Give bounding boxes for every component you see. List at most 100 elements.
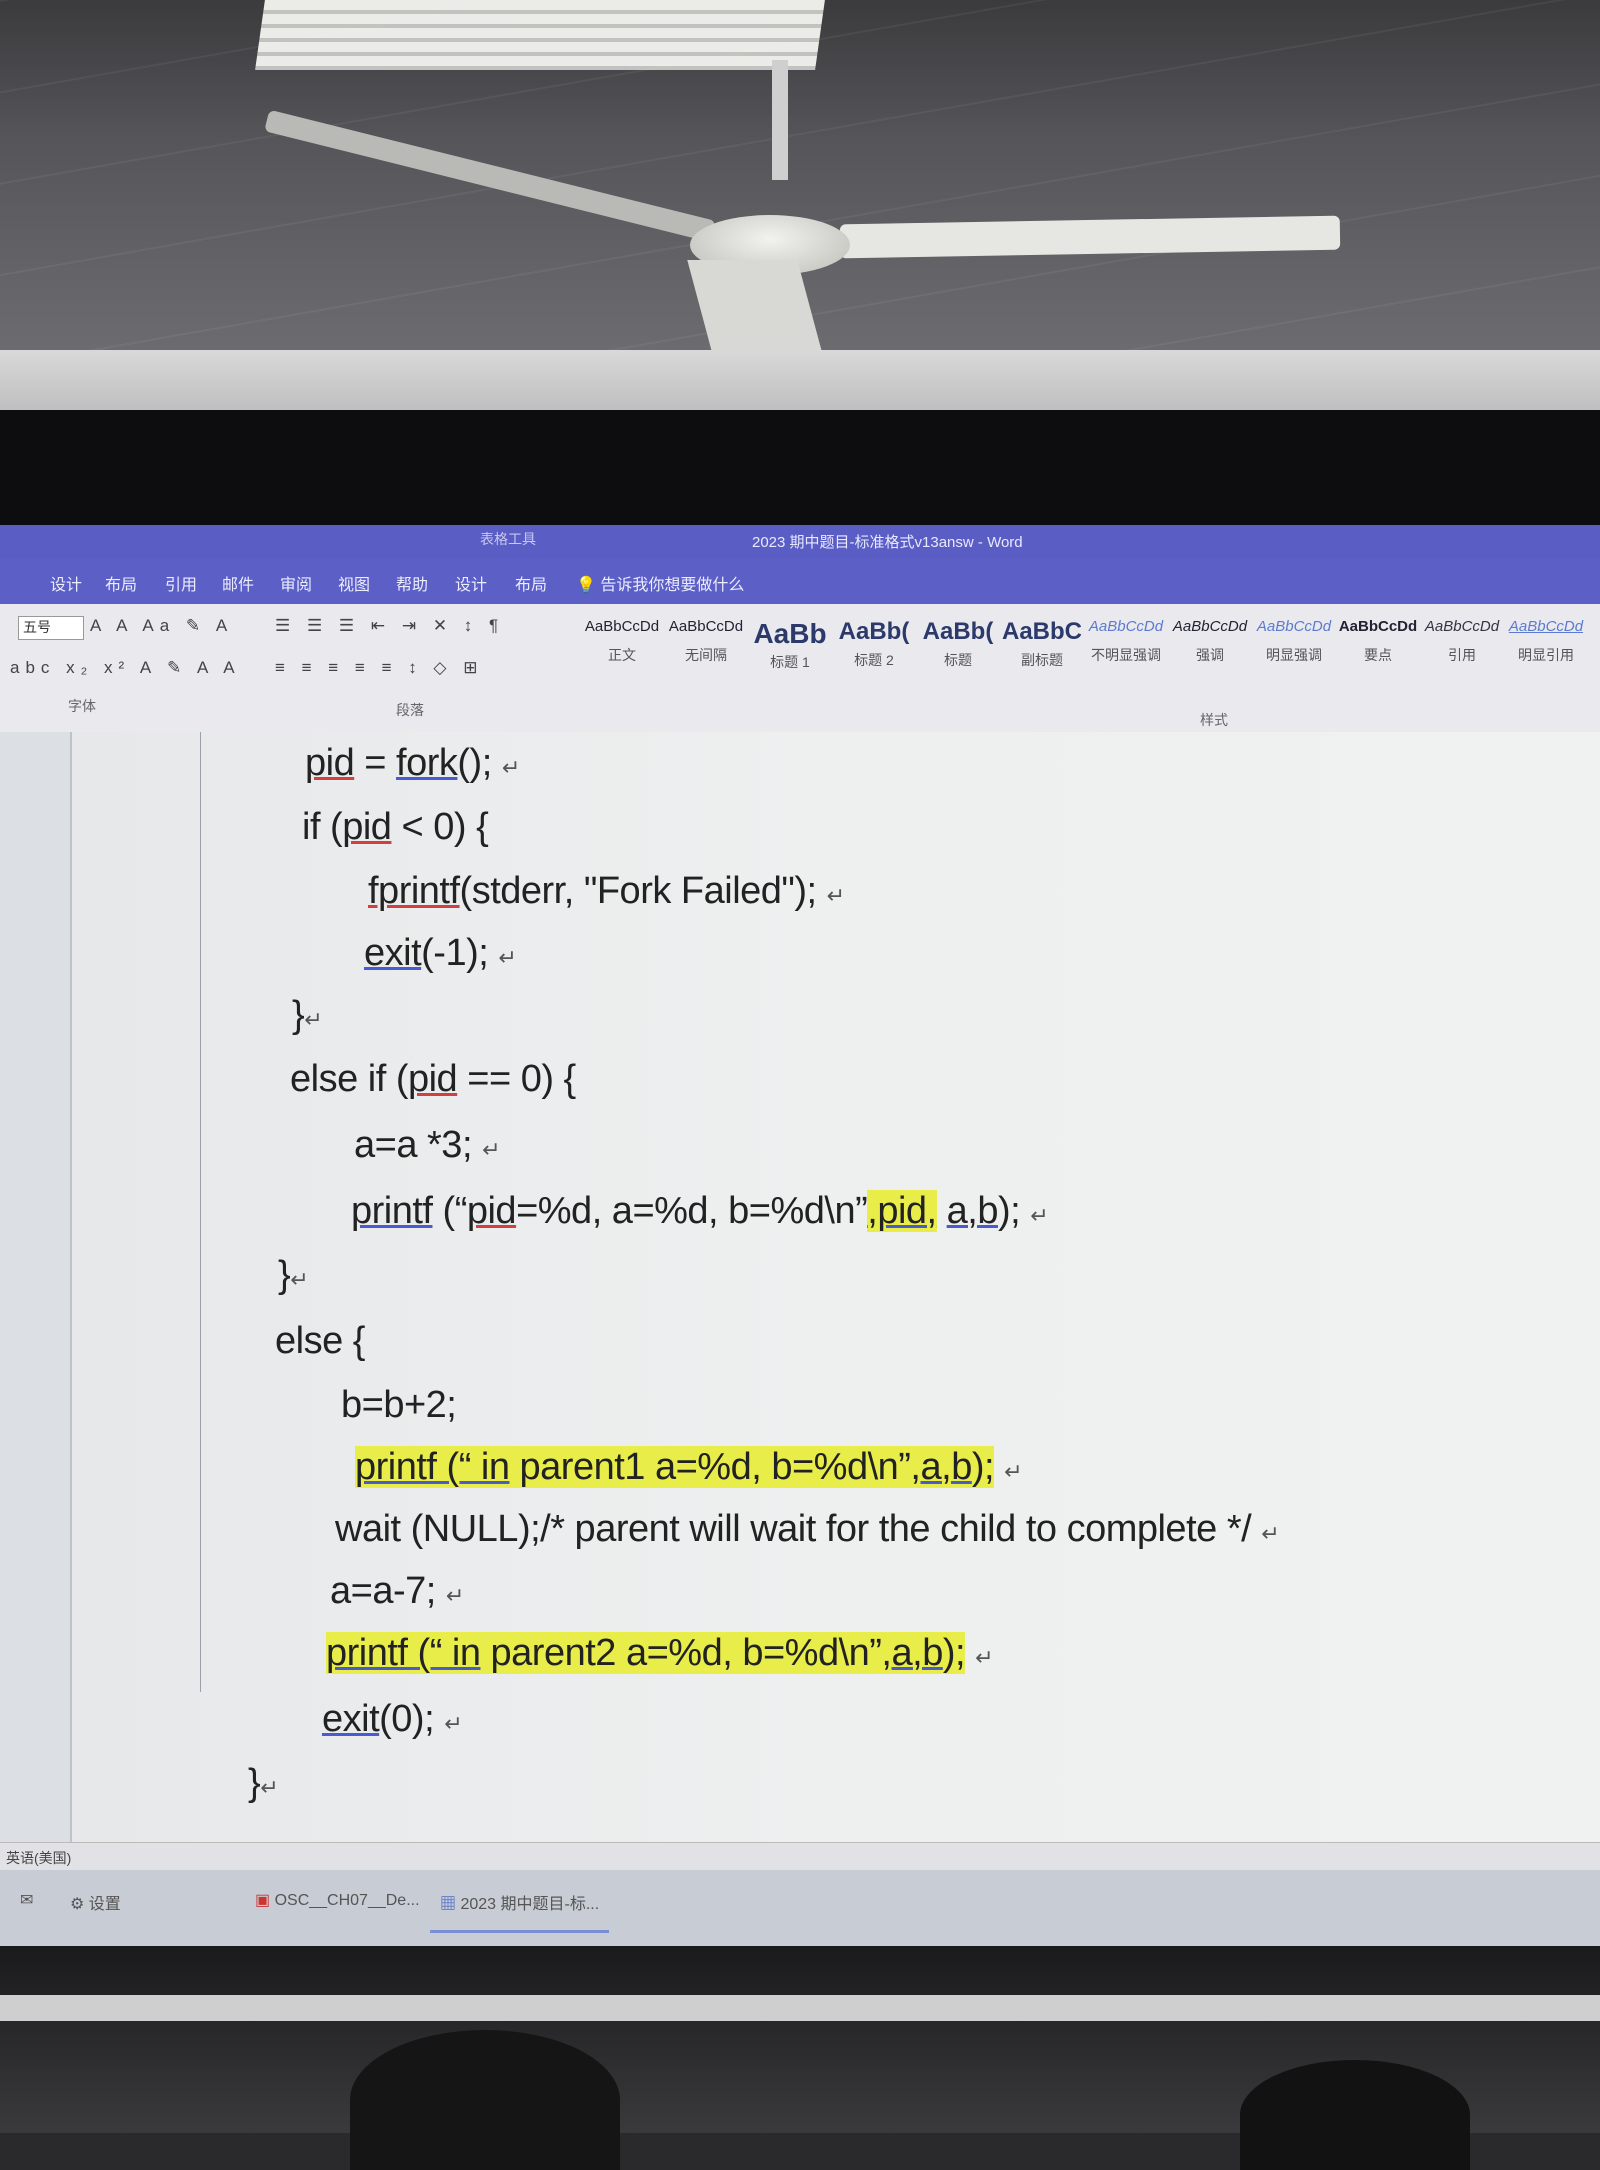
tab-review[interactable]: 审阅 [280,571,312,595]
code-token: } [248,1762,261,1804]
code-token: < 0) { [391,806,489,848]
ribbon: 五号 A A Aa ✎ A ☰ ☰ ☰ ⇤ ⇥ ✕ ↕ ¶ abc x₂ x² … [0,604,1600,733]
paragraph-mark: ↵ [826,883,845,908]
style-preview: AaBbCcDd [1088,618,1164,635]
paragraph-mark: ↵ [498,945,517,970]
style-emphasis[interactable]: AaBbCcDd 强调 [1168,618,1252,665]
taskbar-item-settings[interactable]: ⚙ 设置 [60,1886,131,1930]
style-intense-emphasis[interactable]: AaBbCcDd 明显强调 [1252,618,1336,665]
style-name: 副标题 [1021,652,1063,668]
tab-view[interactable]: 视图 [338,571,370,595]
code-line: }↵ [292,994,323,1037]
taskbar-item-label: 2023 期中题目-标... [460,1896,600,1913]
style-preview: AaBb [753,618,827,649]
style-no-spacing[interactable]: AaBbCcDd 无间隔 [664,618,748,665]
code-token: a,b [946,1190,999,1232]
gear-icon: ⚙ [70,1896,85,1913]
style-name: 标题 [944,652,972,668]
tab-mailings[interactable]: 邮件 [222,571,254,595]
tab-layout[interactable]: 布局 [105,571,137,595]
style-name: 要点 [1364,647,1392,663]
taskbar-item-word[interactable]: ▦ 2023 期中题目-标... [430,1886,610,1933]
taskbar-item-label: OSC__CH07__De... [274,1892,420,1909]
style-title[interactable]: AaBb( 标题 [916,618,1000,670]
code-line: a=a-7; ↵ [330,1570,464,1613]
style-name: 标题 2 [854,652,894,668]
style-preview: AaBbCcDd [1508,618,1584,635]
lightbulb-icon: 💡 [576,577,596,594]
tab-references[interactable]: 引用 [165,571,197,595]
style-name: 引用 [1448,647,1476,663]
code-token: a=a-7; [330,1570,436,1612]
code-line: b=b+2; [341,1384,457,1427]
screen-bottom-edge [0,1995,1600,2021]
style-quote[interactable]: AaBbCcDd 引用 [1420,618,1504,665]
paragraph-mark: ↵ [445,1583,464,1608]
ribbon-tabs: 设计 布局 引用 邮件 审阅 视图 帮助 设计 布局 💡 告诉我你想要做什么 [0,559,1600,604]
style-heading-2[interactable]: AaBb( 标题 2 [832,618,916,670]
tab-table-design[interactable]: 设计 [455,571,487,595]
style-name: 标题 1 [770,654,810,670]
paragraph-mark: ↵ [1030,1203,1049,1228]
code-token: (“ in [436,1446,510,1488]
code-token: b=b+2; [341,1384,457,1426]
code-token: printf [355,1446,437,1488]
tab-table-layout[interactable]: 布局 [515,571,547,595]
mail-icon[interactable]: ✉ [10,1886,43,1930]
style-preview: AaBbC [1001,618,1082,645]
style-preview: AaBb( [922,618,994,645]
alignment-icons[interactable]: ≡ ≡ ≡ ≡ ≡ ↕ ◇ ⊞ [275,658,483,678]
code-token: } [278,1254,291,1296]
code-line: pid = fork(); ↵ [305,742,520,785]
tab-help[interactable]: 帮助 [396,571,428,595]
tell-me-search[interactable]: 💡 告诉我你想要做什么 [576,571,744,595]
title-bar: 表格工具 2023 期中题目-标准格式v13answ - Word [0,525,1600,559]
code-token: printf [351,1190,433,1232]
document-area[interactable]: pid = fork(); ↵ if (pid < 0) { fprintf(s… [0,732,1600,1842]
code-line-highlighted: printf (“ in parent2 a=%d, b=%d\n”,a,b);… [326,1632,994,1675]
styles-group-label: 样式 [1200,712,1228,728]
font-format-icons[interactable]: A A Aa ✎ A [90,616,233,636]
taskbar: ✉ ⚙ 设置 ▣ OSC__CH07__De... ▦ 2023 期中题目-标.… [0,1870,1600,1946]
code-line: exit(-1); ↵ [364,932,517,975]
list-icons[interactable]: ☰ ☰ ☰ ⇤ ⇥ ✕ ↕ ¶ [275,616,504,636]
code-token: exit [322,1698,380,1740]
style-subtitle[interactable]: AaBbC 副标题 [1000,618,1084,670]
style-normal[interactable]: AaBbCcDd 正文 [580,618,664,665]
code-token: =%d, a=%d, b=%d\n” [516,1190,868,1232]
status-bar: 英语(美国) [0,1842,1600,1871]
font-size-select[interactable]: 五号 [18,616,84,640]
code-token: (-1); [421,932,489,974]
tell-me-text: 告诉我你想要做什么 [600,577,745,594]
text-effects-icons[interactable]: abc x₂ x² A ✎ A A [10,658,241,678]
styles-gallery: AaBbCcDd 正文 AaBbCcDd 无间隔 AaBb 标题 1 AaBb(… [580,618,1600,694]
code-token: pid [305,742,355,784]
code-token: = [354,742,397,784]
paragraph-mark: ↵ [1004,1459,1023,1484]
style-preview: AaBbCcDd [1338,618,1418,635]
code-line: printf (“pid=%d, a=%d, b=%d\n”,pid, a,b)… [351,1190,1049,1233]
language-indicator[interactable]: 英语(美国) [6,1848,71,1868]
style-name: 强调 [1196,647,1224,663]
paragraph-group-label: 段落 [396,702,424,718]
tab-design[interactable]: 设计 [50,571,82,595]
code-token: printf [326,1632,408,1674]
code-token: fprintf [368,870,460,912]
code-token: pid [466,1190,517,1232]
taskbar-item-pdf[interactable]: ▣ OSC__CH07__De... [245,1886,430,1930]
code-token: ); [942,1632,966,1674]
style-heading-1[interactable]: AaBb 标题 1 [748,618,832,672]
paragraph-mark: ↵ [304,1007,323,1032]
word-icon: ▦ [440,1896,457,1913]
style-strong[interactable]: AaBbCcDd 要点 [1336,618,1420,665]
code-token: wait (NULL);/* parent will wait for the … [335,1508,1252,1550]
pdf-icon: ▣ [255,1892,271,1909]
paragraph-mark: ↵ [501,755,520,780]
style-preview: AaBbCcDd [1256,618,1332,635]
code-line: exit(0); ↵ [322,1698,463,1741]
style-subtle-emphasis[interactable]: AaBbCcDd 不明显强调 [1084,618,1168,665]
code-token: == 0) { [457,1058,576,1100]
style-intense-quote[interactable]: AaBbCcDd 明显引用 [1504,618,1588,665]
taskbar-item-label: 设置 [88,1896,121,1913]
